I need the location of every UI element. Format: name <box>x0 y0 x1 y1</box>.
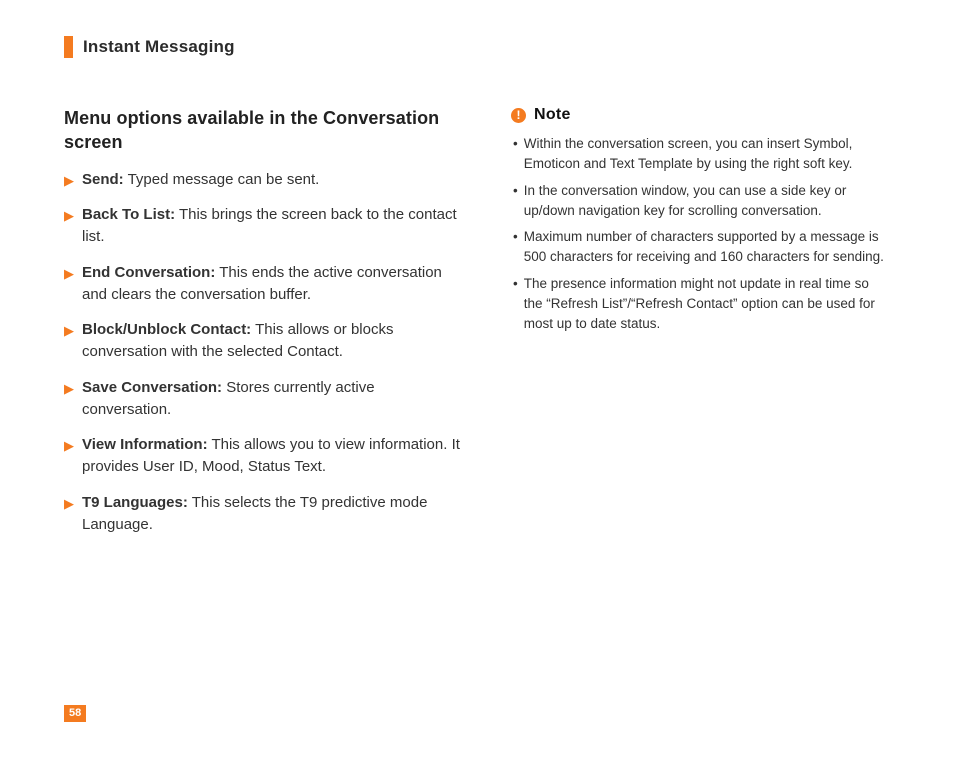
bullet-icon: • <box>513 134 518 154</box>
arrow-right-icon: ▶ <box>64 172 74 191</box>
note-item: • In the conversation window, you can us… <box>511 181 890 222</box>
note-item: • Within the conversation screen, you ca… <box>511 134 890 175</box>
bullet-icon: • <box>513 181 518 201</box>
menu-option-text: Send: Typed message can be sent. <box>82 169 319 191</box>
menu-option: ▶ End Conversation: This ends the active… <box>64 262 463 306</box>
note-text: The presence information might not updat… <box>524 274 890 335</box>
note-heading: ! Note <box>511 106 890 124</box>
page-number: 58 <box>64 705 86 722</box>
manual-page: Instant Messaging Menu options available… <box>0 0 954 764</box>
arrow-right-icon: ▶ <box>64 265 74 284</box>
arrow-right-icon: ▶ <box>64 380 74 399</box>
header-accent-bar <box>64 36 73 58</box>
arrow-right-icon: ▶ <box>64 495 74 514</box>
note-text: Maximum number of characters supported b… <box>524 227 890 268</box>
arrow-right-icon: ▶ <box>64 322 74 341</box>
menu-option: ▶ Save Conversation: Stores currently ac… <box>64 377 463 421</box>
menu-option-text: View Information: This allows you to vie… <box>82 434 463 478</box>
section-header: Instant Messaging <box>64 36 890 58</box>
arrow-right-icon: ▶ <box>64 437 74 456</box>
exclamation-icon: ! <box>511 108 526 123</box>
note-item: • The presence information might not upd… <box>511 274 890 335</box>
left-subheading: Menu options available in the Conversati… <box>64 106 463 155</box>
note-text: Within the conversation screen, you can … <box>524 134 890 175</box>
right-column: ! Note • Within the conversation screen,… <box>511 106 890 549</box>
menu-options-list: ▶ Send: Typed message can be sent. ▶ Bac… <box>64 169 463 536</box>
menu-option-text: Back To List: This brings the screen bac… <box>82 204 463 248</box>
left-column: Menu options available in the Conversati… <box>64 106 463 549</box>
menu-option: ▶ Send: Typed message can be sent. <box>64 169 463 191</box>
bullet-icon: • <box>513 227 518 247</box>
note-item: • Maximum number of characters supported… <box>511 227 890 268</box>
arrow-right-icon: ▶ <box>64 207 74 226</box>
note-text: In the conversation window, you can use … <box>524 181 890 222</box>
content-columns: Menu options available in the Conversati… <box>64 106 890 549</box>
menu-option: ▶ Back To List: This brings the screen b… <box>64 204 463 248</box>
note-title: Note <box>534 106 571 124</box>
menu-option: ▶ Block/Unblock Contact: This allows or … <box>64 319 463 363</box>
section-title: Instant Messaging <box>83 37 235 57</box>
menu-option-text: T9 Languages: This selects the T9 predic… <box>82 492 463 536</box>
note-list: • Within the conversation screen, you ca… <box>511 134 890 334</box>
bullet-icon: • <box>513 274 518 294</box>
menu-option-text: Block/Unblock Contact: This allows or bl… <box>82 319 463 363</box>
menu-option: ▶ View Information: This allows you to v… <box>64 434 463 478</box>
menu-option-text: Save Conversation: Stores currently acti… <box>82 377 463 421</box>
menu-option-text: End Conversation: This ends the active c… <box>82 262 463 306</box>
menu-option: ▶ T9 Languages: This selects the T9 pred… <box>64 492 463 536</box>
